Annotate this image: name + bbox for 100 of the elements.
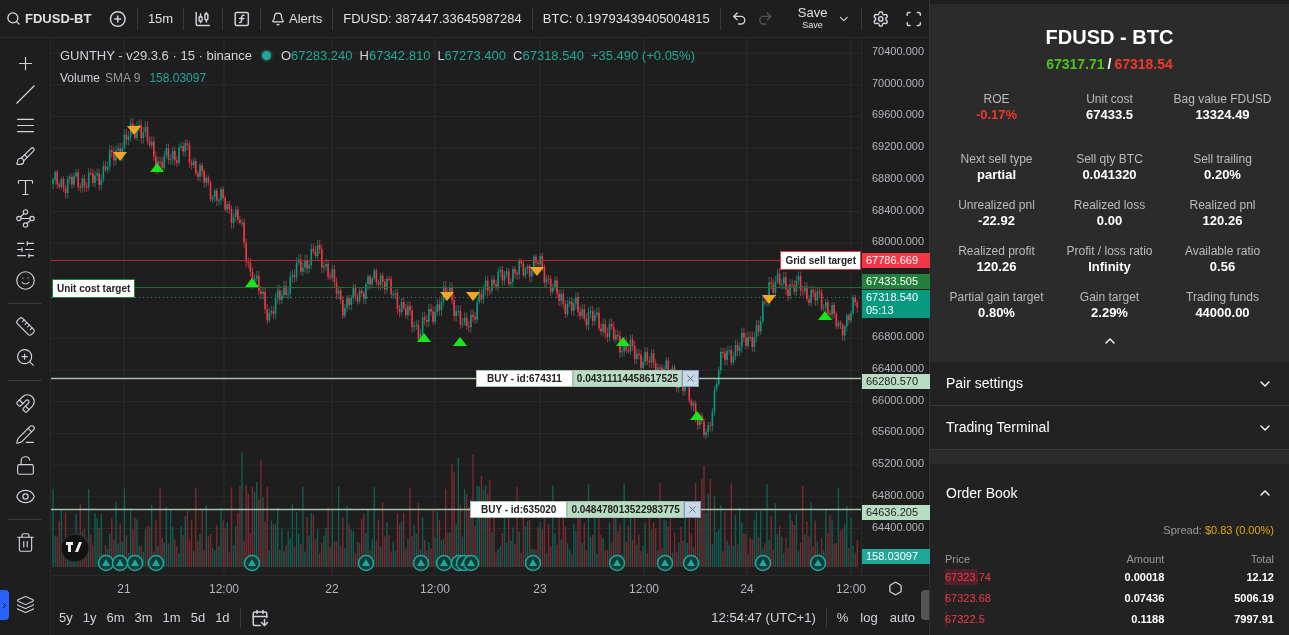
line-tool-icon[interactable] <box>14 84 36 105</box>
down-triangle-icon <box>440 292 454 301</box>
interval-button[interactable]: 15m <box>147 8 174 29</box>
volume-value: 158.03097 <box>149 69 207 87</box>
scale-option[interactable]: auto <box>889 607 915 628</box>
stat-value: 0.00 <box>1096 213 1123 229</box>
range-button[interactable]: 5y <box>59 607 73 628</box>
price-axis-label: 70000.000 <box>872 77 924 89</box>
indicator-label: SMA 9 <box>105 69 141 87</box>
order-amount: 0.04311114458617525 <box>572 370 683 387</box>
section-header[interactable]: Order Book <box>946 464 1273 522</box>
alerts-button[interactable]: Alerts <box>271 8 323 29</box>
save-button[interactable]: Save Save <box>797 6 828 31</box>
scale-option[interactable]: % <box>836 607 849 628</box>
pattern-icon[interactable] <box>14 208 36 229</box>
stat-label: Realized loss <box>1073 197 1146 213</box>
stat-value: 0.80% <box>978 305 1015 321</box>
price-axis-label: 65600.000 <box>872 426 924 438</box>
spread-text: Spread: $0.83 (0.00%) <box>1163 523 1274 538</box>
price-axis-label: 68800.000 <box>872 172 924 184</box>
unit-cost-target-label: Unit cost target <box>52 279 136 298</box>
trade-marker-icon <box>656 554 674 572</box>
range-button[interactable]: 6m <box>106 607 125 628</box>
magnet-icon[interactable] <box>14 393 36 414</box>
down-triangle-icon <box>113 152 127 161</box>
total-cell-text: 5006.19 <box>1233 590 1274 606</box>
logo-icon[interactable] <box>60 533 90 563</box>
range-button[interactable]: 1d <box>215 607 230 628</box>
add-symbol-icon[interactable] <box>109 9 127 28</box>
down-triangle-icon <box>466 292 480 301</box>
price-axis-label: 69200.000 <box>872 141 924 153</box>
last-price-tag: 67318.540 05:13 <box>862 290 930 318</box>
cancel-order-button[interactable] <box>682 370 700 387</box>
smiley-icon[interactable] <box>14 270 36 291</box>
stat-label: Sell trailing <box>1193 151 1252 167</box>
price-axis-label: 69600.000 <box>872 109 924 121</box>
stat-value: 13324.49 <box>1195 107 1250 123</box>
amount-cell-text: 0.07436 <box>1123 590 1165 606</box>
candles-icon[interactable] <box>194 9 212 28</box>
amount-cell-text: 0.1188 <box>1130 611 1165 627</box>
range-button[interactable]: 3m <box>134 607 153 628</box>
total-cell-text: 12.12 <box>1245 569 1274 585</box>
scale-option[interactable]: log <box>860 607 878 628</box>
sliders-icon[interactable] <box>14 239 36 260</box>
balance-text: BTC: 0.19793439405004815 <box>542 9 710 28</box>
price-axis-label: 64800.000 <box>872 489 924 501</box>
trade-marker-icon <box>412 554 430 572</box>
price-axis-label: 64400.000 <box>872 521 924 533</box>
fullscreen-icon[interactable] <box>905 9 923 28</box>
time-axis-label: 12:00 <box>209 581 239 598</box>
volume-price-tag: 158.03097 <box>862 549 930 564</box>
section-header[interactable]: Trading Terminal <box>930 406 1289 450</box>
trade-marker-icon <box>435 554 453 572</box>
order-price-tag: 66280.570 <box>862 374 930 389</box>
layers-icon[interactable] <box>15 595 35 614</box>
trade-marker-icon <box>608 554 626 572</box>
column-header: Amount <box>1125 551 1165 567</box>
time-axis-label: 12:00 <box>836 581 866 598</box>
stat-label: Unrealized pnl <box>958 197 1035 213</box>
stat-value: -22.92 <box>978 213 1015 229</box>
search-icon <box>6 11 21 26</box>
stat-value: Infinity <box>1088 259 1131 275</box>
ohlc-value: C67318.540 <box>513 47 584 65</box>
stat-label: Gain target <box>1079 289 1140 305</box>
ruler-icon[interactable] <box>14 316 36 337</box>
trade-marker-icon <box>754 554 772 572</box>
clock-text: 12:54:47 (UTC+1) <box>711 608 816 627</box>
trade-marker-icon <box>524 554 542 572</box>
down-triangle-icon <box>127 126 141 135</box>
undo-icon[interactable] <box>730 10 748 27</box>
stat-label: ROE <box>983 91 1010 107</box>
stat-value: 120.26 <box>976 259 1017 275</box>
section-header[interactable]: Pair settings <box>930 362 1289 406</box>
zoom-in-icon[interactable] <box>14 347 36 368</box>
up-triangle-icon <box>690 411 704 420</box>
stat-label: Realized pnl <box>1189 197 1256 213</box>
order-label: BUY - id:635020 <box>470 501 568 518</box>
up-triangle-icon <box>616 337 630 346</box>
stat-value: 2.29% <box>1091 305 1128 321</box>
function-icon[interactable] <box>232 9 251 28</box>
range-button[interactable]: 5d <box>190 607 206 628</box>
stat-value: 0.20% <box>1204 167 1241 183</box>
pencil-icon[interactable] <box>14 424 36 445</box>
bid-price: 67317.71 <box>1046 56 1105 72</box>
unlocked-icon[interactable] <box>14 455 36 476</box>
ohlc-value: L67273.400 <box>437 47 507 65</box>
brush-icon[interactable] <box>14 146 36 167</box>
stat-value: -0.17% <box>975 107 1018 123</box>
range-button[interactable]: 1m <box>162 607 181 628</box>
symbol-search[interactable]: FDUSD-BT <box>6 8 92 29</box>
trade-marker-icon <box>126 554 144 572</box>
stat-label: Bag value FDUSD <box>1173 91 1272 107</box>
calendar-icon[interactable] <box>250 608 269 627</box>
stat-label: Trading funds <box>1186 289 1259 305</box>
price-axis-label: 66800.000 <box>872 331 924 343</box>
stat-value: 0.56 <box>1209 259 1236 275</box>
trash-icon[interactable] <box>14 532 36 553</box>
stat-label: Unit cost <box>1086 91 1133 107</box>
expand-tab[interactable] <box>0 590 9 620</box>
range-button[interactable]: 1y <box>82 607 97 628</box>
